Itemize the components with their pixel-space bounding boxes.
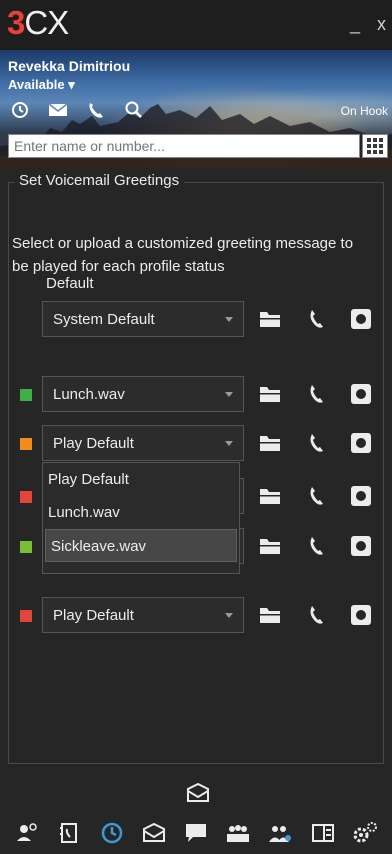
history-icon[interactable] (97, 818, 127, 848)
group-title: Set Voicemail Greetings (14, 172, 185, 189)
phone-icon[interactable] (306, 485, 328, 507)
greeting-select[interactable]: Play Default (42, 597, 244, 633)
phone-icon[interactable] (306, 383, 328, 405)
close-button[interactable]: x (377, 14, 386, 34)
greeting-select[interactable]: Play Default (42, 425, 244, 461)
search-icon[interactable] (122, 100, 146, 120)
phone-icon[interactable] (306, 308, 328, 330)
settings-icon[interactable] (350, 818, 380, 848)
record-icon[interactable] (350, 308, 372, 330)
presence-icon[interactable] (223, 818, 253, 848)
mail-icon[interactable] (46, 100, 70, 120)
minimize-button[interactable]: _ (350, 14, 360, 34)
record-icon[interactable] (350, 383, 372, 405)
phone-icon[interactable] (306, 432, 328, 454)
phone-icon[interactable] (306, 535, 328, 557)
dropdown-option[interactable]: Play Default (43, 463, 239, 496)
switchboard-icon[interactable] (308, 818, 338, 848)
greeting-row-green: Lunch.wav (0, 376, 392, 412)
presence-status-dropdown[interactable]: Available ▾ (8, 77, 75, 93)
description-text: Select or upload a customized greeting m… (12, 235, 354, 275)
search-input[interactable] (8, 134, 360, 158)
greeting-select[interactable]: System Default (42, 301, 244, 337)
contacts-icon[interactable] (12, 818, 42, 848)
dialpad-icon (367, 138, 383, 154)
status-color-square (20, 389, 32, 401)
dropdown-option[interactable]: Lunch.wav (43, 496, 239, 529)
dialpad-button[interactable] (362, 134, 388, 158)
folder-icon[interactable] (259, 308, 281, 330)
greeting-row-red-2: Play Default (0, 597, 392, 633)
record-icon[interactable] (350, 485, 372, 507)
folder-icon[interactable] (259, 383, 281, 405)
voicemail-icon[interactable] (139, 818, 169, 848)
folder-icon[interactable] (259, 432, 281, 454)
status-color-square (20, 438, 32, 450)
phonebook-icon[interactable] (54, 818, 84, 848)
title-bar: 3CX _ x (0, 0, 392, 50)
record-icon[interactable] (350, 432, 372, 454)
chat-icon[interactable] (181, 818, 211, 848)
dropdown-option-selected[interactable]: Sickleave.wav (45, 529, 237, 562)
default-label: Default (46, 275, 94, 292)
hook-status: On Hook (340, 104, 388, 118)
window-controls: _ x (338, 14, 386, 35)
header-actions (8, 100, 146, 120)
voicemail-icon[interactable] (186, 782, 210, 808)
record-icon[interactable] (350, 535, 372, 557)
phone-icon[interactable] (306, 604, 328, 626)
folder-icon[interactable] (259, 604, 281, 626)
status-color-square (20, 541, 32, 553)
profile-header: Revekka Dimitriou Available ▾ On Hook (0, 50, 392, 168)
bottom-taskbar (0, 812, 392, 854)
phone-icon[interactable] (84, 100, 108, 120)
greeting-row-orange: Play Default (0, 425, 392, 461)
record-icon[interactable] (350, 604, 372, 626)
conference-icon[interactable] (265, 818, 295, 848)
status-color-square (20, 491, 32, 503)
greeting-dropdown-list: Play Default Lunch.wav Sickleave.wav (42, 462, 240, 574)
history-icon[interactable] (8, 100, 32, 120)
greeting-select[interactable]: Lunch.wav (42, 376, 244, 412)
app-logo: 3CX (7, 4, 69, 41)
folder-icon[interactable] (259, 535, 281, 557)
greeting-row-default: System Default (0, 301, 392, 337)
folder-icon[interactable] (259, 485, 281, 507)
user-name: Revekka Dimitriou (8, 58, 131, 74)
status-color-square (20, 610, 32, 622)
